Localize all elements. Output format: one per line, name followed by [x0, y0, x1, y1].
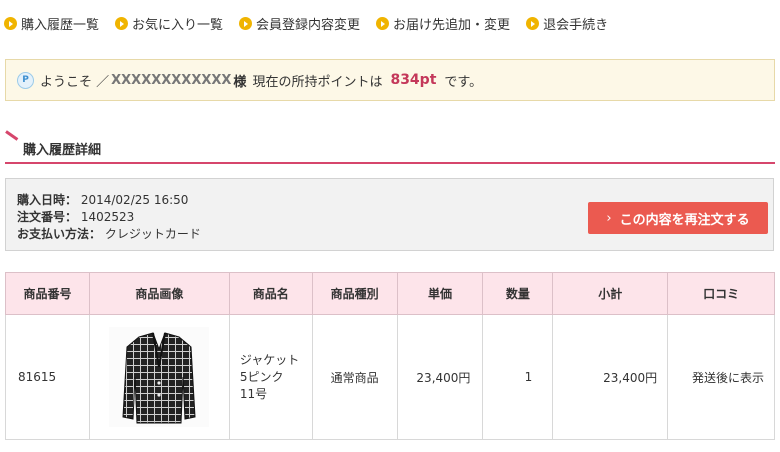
item-subtotal: 23,400円 [552, 314, 669, 440]
arrow-circle-icon [526, 17, 540, 30]
col-review: 口コミ [667, 272, 775, 315]
arrow-circle-icon [115, 17, 129, 30]
honorific: 様 [233, 74, 247, 90]
arrow-circle-icon [4, 17, 17, 30]
col-item-code: 商品番号 [5, 272, 90, 315]
item-size: 11号 [239, 386, 268, 401]
username: XXXXXXXXXXXX [111, 72, 232, 88]
table-row: 81615 ジャケット 5ピンク 11号 通常商品 23,400円 1 23,4… [5, 314, 775, 440]
table-header-row: 商品番号 商品画像 商品名 商品種別 単価 数量 小計 口コミ [5, 272, 775, 315]
item-quantity: 1 [482, 314, 554, 440]
greeting-text: ようこそ ／ [40, 74, 110, 90]
item-unit-price: 23,400円 [396, 314, 484, 440]
order-date: 2014/02/25 16:50 [80, 193, 189, 207]
product-image[interactable] [109, 327, 210, 427]
order-date-row: 購入日時： 2014/02/25 16:50 [17, 193, 189, 207]
arrow-circle-icon [376, 17, 390, 30]
nav-member-info[interactable]: 会員登録内容変更 [239, 14, 360, 33]
item-image-cell [88, 314, 230, 440]
section-header: 購入履歴詳細 [5, 130, 775, 164]
col-item-type: 商品種別 [311, 272, 398, 315]
col-item-image: 商品画像 [88, 272, 230, 315]
welcome-bar: P ようこそ ／ XXXXXXXXXXXX 様 現在の所持ポイントは 834pt… [5, 59, 775, 101]
nav-withdraw[interactable]: 退会手続き [526, 14, 608, 33]
member-nav: 購入履歴一覧 お気に入り一覧 会員登録内容変更 お届け先追加・変更 退会手続き [4, 14, 624, 33]
item-name: ジャケット [239, 352, 300, 367]
item-review: 発送後に表示 [667, 314, 775, 440]
item-color: 5ピンク [239, 369, 284, 384]
order-info-box: 購入日時： 2014/02/25 16:50 注文番号： 1402523 お支払… [5, 178, 774, 251]
col-item-name: 商品名 [228, 272, 313, 315]
points-label: 現在の所持ポイントは [252, 74, 383, 90]
page-title: 購入履歴詳細 [23, 143, 102, 158]
arrow-circle-icon [239, 17, 253, 30]
order-number-row: 注文番号： 1402523 [17, 210, 135, 224]
order-items-table: 商品番号 商品画像 商品名 商品種別 単価 数量 小計 口コミ 81615 ジャ… [5, 272, 775, 440]
section-accent-icon [5, 130, 19, 141]
col-subtotal: 小計 [552, 272, 669, 315]
reorder-button[interactable]: › この内容を再注文する [588, 202, 768, 234]
col-quantity: 数量 [482, 272, 554, 315]
order-number: 1402523 [80, 210, 135, 224]
payment-method: クレジットカード [104, 227, 201, 241]
points-suffix: です。 [444, 74, 483, 90]
item-type: 通常商品 [311, 314, 398, 440]
item-name-cell: ジャケット 5ピンク 11号 [228, 314, 313, 440]
nav-delivery-address[interactable]: お届け先追加・変更 [376, 14, 510, 33]
nav-favorites[interactable]: お気に入り一覧 [115, 14, 223, 33]
chevron-right-icon: › [606, 210, 612, 226]
nav-purchase-history[interactable]: 購入履歴一覧 [4, 14, 99, 33]
item-code: 81615 [5, 314, 90, 440]
jacket-icon [122, 332, 196, 424]
point-icon: P [17, 71, 34, 89]
payment-row: お支払い方法： クレジットカード [17, 227, 201, 241]
points-value: 834pt [390, 72, 437, 88]
col-unit-price: 単価 [396, 272, 484, 315]
